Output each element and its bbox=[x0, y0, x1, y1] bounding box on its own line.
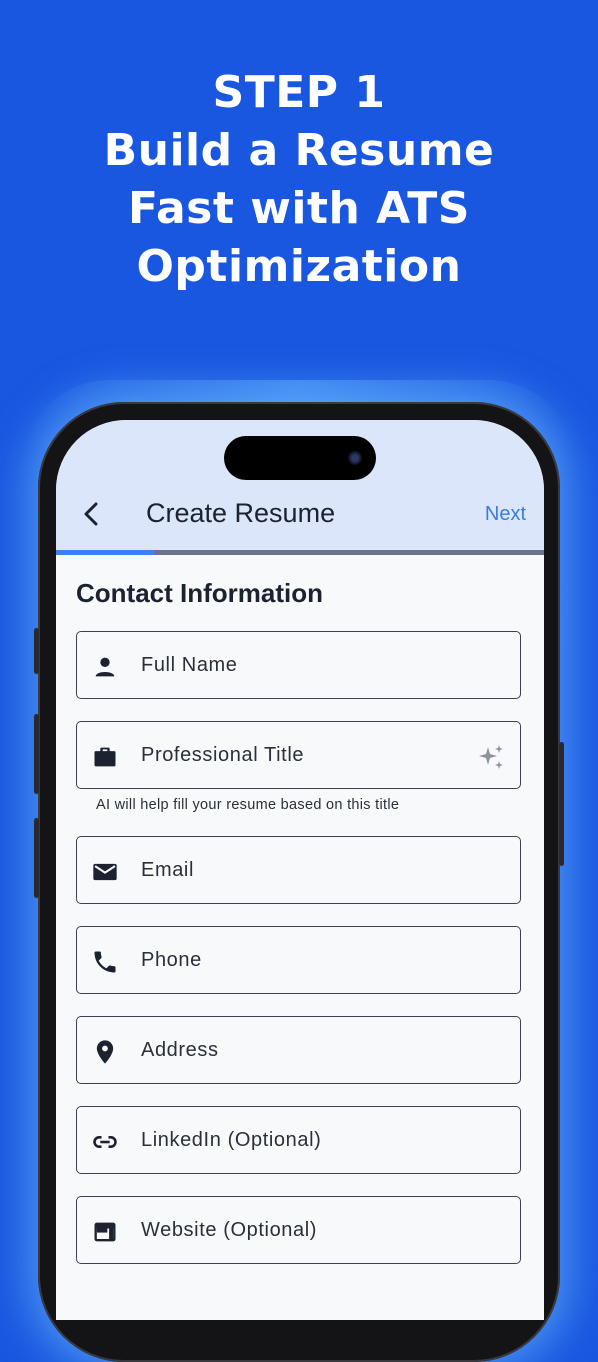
progress-fill bbox=[56, 550, 154, 555]
phone-label: Phone bbox=[141, 949, 202, 971]
phone-icon bbox=[94, 951, 116, 973]
next-button[interactable]: Next bbox=[485, 503, 526, 526]
chevron-left-icon[interactable] bbox=[78, 500, 106, 528]
camera-icon bbox=[348, 451, 362, 465]
progress-bar bbox=[56, 550, 544, 555]
website-field[interactable]: Website (Optional) bbox=[76, 1196, 521, 1264]
phone-volume-down bbox=[34, 818, 39, 898]
briefcase-icon bbox=[94, 747, 116, 767]
full-name-field[interactable]: Full Name bbox=[76, 631, 521, 699]
professional-title-label: Professional Title bbox=[141, 744, 305, 766]
hero-line-3: Optimization bbox=[136, 241, 462, 292]
sparkle-icon[interactable] bbox=[476, 742, 506, 772]
website-label: Website (Optional) bbox=[141, 1219, 318, 1241]
hero-line-2: Fast with ATS bbox=[128, 183, 470, 234]
mail-icon bbox=[93, 863, 117, 881]
hero-heading: STEP 1 Build a Resume Fast with ATS Opti… bbox=[0, 64, 598, 296]
section-title: Contact Information bbox=[76, 578, 323, 608]
page-title: Create Resume bbox=[146, 498, 336, 528]
app-bar: Create Resume Next bbox=[56, 420, 544, 550]
address-label: Address bbox=[141, 1039, 219, 1061]
email-field[interactable]: Email bbox=[76, 836, 521, 904]
dynamic-island bbox=[224, 436, 376, 480]
linkedin-label: LinkedIn (Optional) bbox=[141, 1129, 322, 1151]
phone-mute-switch bbox=[34, 628, 39, 674]
phone-power-button bbox=[559, 742, 564, 866]
full-name-label: Full Name bbox=[141, 654, 238, 676]
person-icon bbox=[95, 657, 115, 677]
email-label: Email bbox=[141, 859, 195, 881]
professional-title-field[interactable]: Professional Title bbox=[76, 721, 521, 789]
phone-field[interactable]: Phone bbox=[76, 926, 521, 994]
hero-line-step: STEP 1 bbox=[212, 67, 386, 118]
linkedin-field[interactable]: LinkedIn (Optional) bbox=[76, 1106, 521, 1174]
address-field[interactable]: Address bbox=[76, 1016, 521, 1084]
title-helper-text: AI will help fill your resume based on t… bbox=[96, 797, 400, 813]
link-icon bbox=[93, 1136, 117, 1148]
location-pin-icon bbox=[96, 1040, 114, 1064]
web-icon bbox=[94, 1222, 116, 1242]
hero-line-1: Build a Resume bbox=[103, 125, 495, 176]
phone-screen: Create Resume Next Contact Information F… bbox=[56, 420, 544, 1320]
phone-volume-up bbox=[34, 714, 39, 794]
